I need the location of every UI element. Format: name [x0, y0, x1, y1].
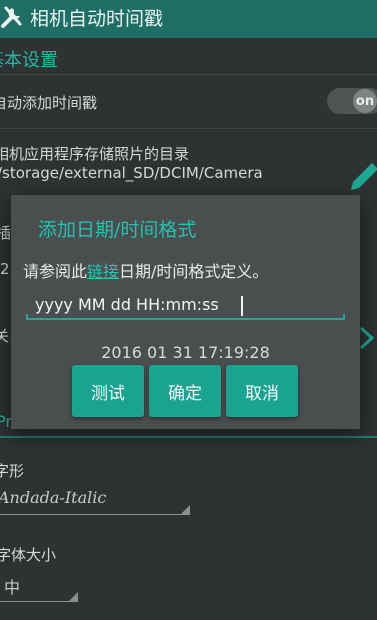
cancel-button[interactable]: 取消 — [226, 365, 298, 417]
wrench-icon[interactable] — [0, 4, 24, 30]
text-caret — [241, 296, 243, 316]
input-underline — [26, 314, 345, 320]
photo-directory-value: /storage/external_SD/DCIM/Camera — [0, 164, 263, 182]
photo-directory-label[interactable]: 相机应用程序存储照片的目录 — [0, 143, 189, 164]
dialog-message-prefix: 请参阅此 — [23, 262, 88, 281]
spinner-arrow-icon[interactable] — [69, 592, 78, 601]
font-size-spinner-underline — [0, 601, 78, 602]
format-link[interactable]: 链接 — [87, 262, 119, 281]
format-input[interactable] — [26, 290, 345, 318]
section-divider — [0, 436, 377, 438]
test-button[interactable]: 测试 — [72, 365, 144, 417]
hidden-row-label: 关 — [0, 327, 10, 345]
font-spinner-value[interactable]: Andada-Italic — [0, 488, 106, 507]
chevron-right-icon[interactable] — [357, 325, 377, 351]
date-format-dialog: 添加日期/时间格式 请参阅此链接日期/时间格式定义。 2016 01 31 17… — [11, 195, 360, 429]
section-header-basic: 基本设置 — [0, 50, 58, 71]
ok-button[interactable]: 确定 — [149, 365, 221, 417]
divider — [0, 74, 377, 75]
spinner-arrow-icon[interactable] — [181, 505, 190, 514]
toggle-knob: on — [353, 89, 377, 113]
font-label: 字形 — [0, 462, 25, 480]
hidden-row-value: 2 — [0, 260, 10, 278]
divider — [0, 128, 377, 129]
pencil-icon[interactable] — [347, 160, 377, 194]
auto-add-timestamp-label[interactable]: 自动添加时间戳 — [0, 92, 97, 113]
dialog-message-suffix: 日期/时间格式定义。 — [119, 262, 269, 281]
format-preview: 2016 01 31 17:19:28 — [101, 343, 270, 362]
app-title: 相机自动时间戳 — [30, 8, 164, 30]
app-bar: 相机自动时间戳 — [0, 0, 377, 38]
font-size-spinner-value[interactable]: 中 — [4, 574, 20, 598]
hidden-row-label: 插 — [0, 224, 12, 242]
dialog-message: 请参阅此链接日期/时间格式定义。 — [23, 258, 268, 282]
font-size-label: 字体大小 — [0, 546, 57, 564]
format-input-wrapper — [26, 290, 345, 322]
font-spinner-underline — [0, 514, 190, 515]
dialog-title: 添加日期/时间格式 — [38, 219, 197, 241]
auto-add-toggle[interactable]: on — [327, 88, 377, 114]
